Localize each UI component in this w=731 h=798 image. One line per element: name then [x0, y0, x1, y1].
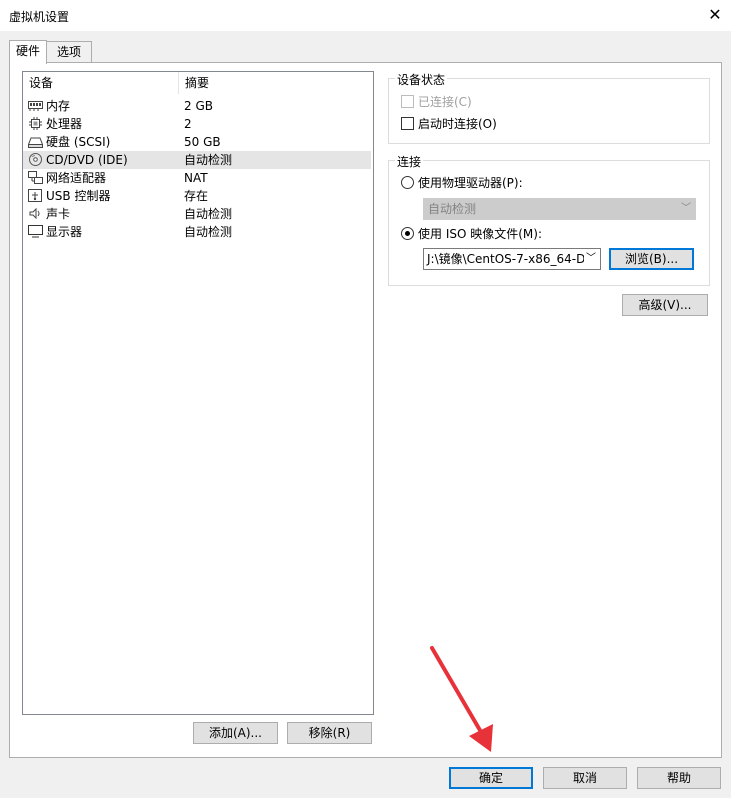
- table-row[interactable]: CD/DVD (IDE) 自动检测: [23, 151, 371, 169]
- connect-on-power-checkbox[interactable]: [401, 117, 414, 130]
- device-summary: 存在: [184, 189, 209, 203]
- table-row[interactable]: USB 控制器 存在: [23, 187, 371, 205]
- title-bar: [0, 0, 731, 31]
- device-name: 显示器: [46, 225, 83, 239]
- device-name: 声卡: [46, 207, 71, 221]
- iso-path-value: J:\镜像\CentOS-7-x86_64-D: [427, 252, 586, 266]
- device-summary: 自动检测: [184, 207, 233, 221]
- processor-icon: [28, 117, 43, 130]
- tab-hardware[interactable]: 硬件: [9, 40, 47, 64]
- connected-checkbox[interactable]: [401, 95, 414, 108]
- speaker-icon: [28, 207, 43, 220]
- device-status-title: 设备状态: [395, 71, 448, 88]
- radio-selected-dot: [405, 231, 410, 236]
- device-summary: 自动检测: [184, 225, 233, 239]
- connection-title: 连接: [395, 153, 424, 170]
- device-summary: 2: [184, 117, 192, 131]
- arrow-shaft: [430, 646, 483, 734]
- device-name: 硬盘 (SCSI): [46, 135, 111, 149]
- device-summary: 2 GB: [184, 99, 213, 113]
- column-header-device[interactable]: 设备: [23, 72, 179, 94]
- cd-dvd-icon: [28, 153, 43, 166]
- device-name: 内存: [46, 99, 71, 113]
- harddisk-icon: [27, 135, 44, 148]
- table-row[interactable]: 硬盘 (SCSI) 50 GB: [23, 133, 371, 151]
- remove-button[interactable]: 移除(R): [287, 722, 372, 744]
- help-button[interactable]: 帮助: [637, 767, 721, 789]
- memory-icon: [28, 99, 43, 112]
- ok-button[interactable]: 确定: [449, 767, 533, 789]
- table-row[interactable]: 内存 2 GB: [23, 97, 371, 115]
- advanced-button[interactable]: 高级(V)...: [622, 294, 708, 316]
- device-name: CD/DVD (IDE): [46, 153, 128, 167]
- window-title: 虚拟机设置: [9, 10, 70, 24]
- physical-drive-label: 使用物理驱动器(P):: [418, 176, 523, 190]
- column-header-summary[interactable]: 摘要: [179, 72, 371, 94]
- cancel-button[interactable]: 取消: [543, 767, 627, 789]
- table-row[interactable]: 网络适配器 NAT: [23, 169, 371, 187]
- device-name: 处理器: [46, 117, 83, 131]
- close-icon[interactable]: ✕: [705, 5, 725, 25]
- tab-options[interactable]: 选项: [46, 41, 92, 63]
- device-summary: 50 GB: [184, 135, 221, 149]
- chevron-down-icon: ﹀: [584, 249, 596, 269]
- table-row[interactable]: 处理器 2: [23, 115, 371, 133]
- annotation-arrow: [430, 646, 493, 752]
- device-name: USB 控制器: [46, 189, 111, 203]
- physical-drive-value: 自动检测: [428, 202, 477, 216]
- monitor-icon: [28, 225, 43, 238]
- device-summary: NAT: [184, 171, 208, 185]
- browse-button[interactable]: 浏览(B)...: [609, 248, 694, 270]
- usb-icon: [28, 189, 43, 202]
- add-button[interactable]: 添加(A)...: [193, 722, 278, 744]
- device-name: 网络适配器: [46, 171, 107, 185]
- device-summary: 自动检测: [184, 153, 233, 167]
- physical-drive-radio[interactable]: [401, 176, 414, 189]
- iso-path-select[interactable]: J:\镜像\CentOS-7-x86_64-D ﹀: [423, 248, 601, 270]
- iso-label: 使用 ISO 映像文件(M):: [418, 227, 542, 241]
- connect-on-power-label: 启动时连接(O): [418, 117, 497, 131]
- table-row[interactable]: 显示器 自动检测: [23, 223, 371, 241]
- chevron-down-icon: ﹀: [681, 203, 691, 214]
- connected-label: 已连接(C): [418, 95, 472, 109]
- table-row[interactable]: 声卡 自动检测: [23, 205, 371, 223]
- network-adapter-icon: [28, 171, 43, 184]
- iso-radio[interactable]: [401, 227, 414, 240]
- physical-drive-select[interactable]: 自动检测 ﹀: [423, 198, 696, 220]
